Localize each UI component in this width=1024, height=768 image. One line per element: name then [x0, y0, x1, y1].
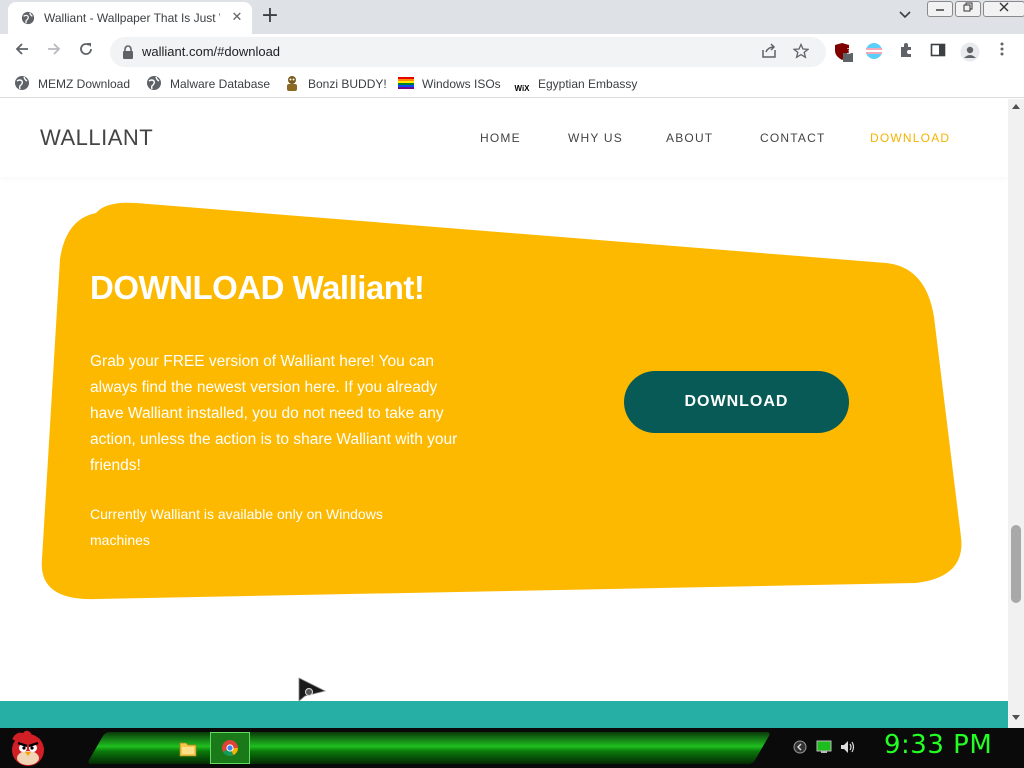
nav-about[interactable]: ABOUT — [666, 131, 713, 145]
scroll-down-arrow-icon[interactable] — [1012, 715, 1020, 723]
bookmark-windows-isos[interactable]: Windows ISOs — [398, 75, 501, 93]
close-window-button[interactable] — [983, 1, 1024, 17]
taskbar: 9:33 PM — [0, 728, 1024, 768]
angry-bird-start-icon[interactable] — [8, 730, 48, 768]
new-tab-button[interactable]: + — [258, 5, 282, 28]
tab-close-icon[interactable]: ✕ — [229, 10, 245, 26]
restore-button[interactable] — [955, 1, 981, 17]
site-header: WALLIANT HOME WHY US ABOUT CONTACT DOWNL… — [0, 99, 1008, 177]
download-title: DOWNLOAD Walliant! — [90, 269, 425, 306]
volume-icon[interactable] — [840, 740, 856, 756]
page-scrollbar[interactable] — [1008, 99, 1024, 728]
tray-expand-icon[interactable] — [792, 740, 808, 756]
taskbar-chrome[interactable] — [210, 732, 250, 764]
profile-avatar-icon[interactable] — [960, 42, 980, 62]
globe-icon — [15, 76, 29, 90]
extension-badge: 3 — [846, 47, 852, 56]
bookmark-star-icon[interactable] — [792, 42, 810, 61]
lock-icon — [123, 45, 133, 59]
globe-icon — [147, 76, 161, 90]
page-viewport: WALLIANT HOME WHY US ABOUT CONTACT DOWNL… — [0, 99, 1008, 728]
ublock-extension-icon[interactable]: 3 — [834, 42, 854, 62]
forward-button[interactable] — [42, 40, 66, 64]
forward-arrow-icon — [48, 43, 61, 55]
window-controls — [927, 1, 1024, 18]
nav-home[interactable]: HOME — [480, 131, 521, 145]
folder-icon — [179, 742, 197, 757]
download-button[interactable]: DOWNLOAD — [624, 371, 849, 433]
network-icon[interactable] — [816, 740, 832, 756]
bookmarks-bar: MEMZ Download Malware Database Bonzi BUD… — [0, 70, 1024, 98]
browser-toolbar: walliant.com/#download 3 — [0, 34, 1024, 70]
bookmark-label: MEMZ Download — [38, 77, 131, 91]
globe-icon — [21, 11, 35, 25]
nav-why-us[interactable]: WHY US — [568, 131, 623, 145]
reload-button[interactable] — [74, 40, 98, 64]
extensions-puzzle-icon[interactable] — [896, 42, 916, 62]
scrollbar-thumb[interactable] — [1011, 525, 1021, 603]
bookmark-label: Egyptian Embassy — [538, 77, 638, 91]
availability-note: Currently Walliant is available only on … — [90, 506, 383, 548]
mouse-cursor-icon — [298, 677, 326, 702]
tab-walliant[interactable]: Walliant - Wallpaper That Is Just Wallia… — [8, 2, 252, 34]
share-icon[interactable] — [760, 43, 778, 61]
back-button[interactable] — [10, 40, 34, 64]
bookmark-memz-download[interactable]: MEMZ Download — [14, 75, 130, 93]
next-section-band — [0, 701, 1008, 728]
minimize-button[interactable] — [927, 1, 953, 17]
side-panel-icon[interactable] — [928, 42, 948, 62]
nav-contact[interactable]: CONTACT — [760, 131, 826, 145]
bonzi-icon — [287, 76, 297, 91]
scroll-up-arrow-icon[interactable] — [1012, 103, 1020, 111]
nav-download[interactable]: DOWNLOAD — [870, 131, 950, 145]
flag-extension-icon[interactable] — [864, 42, 884, 62]
url-text: walliant.com/#download — [142, 44, 281, 59]
wix-icon: WiX — [514, 84, 530, 93]
taskbar-file-explorer[interactable] — [168, 732, 208, 764]
address-bar[interactable]: walliant.com/#download — [110, 37, 826, 67]
download-description: Grab your FREE version of Walliant here!… — [90, 353, 458, 474]
taskbar-clock[interactable]: 9:33 PM — [884, 730, 992, 760]
bookmark-label: Windows ISOs — [422, 77, 501, 91]
tab-strip: Walliant - Wallpaper That Is Just Wallia… — [0, 0, 1024, 34]
chrome-icon — [222, 740, 238, 756]
rainbow-flag-icon — [398, 77, 414, 89]
tab-title: Walliant - Wallpaper That Is Just Wallia… — [44, 11, 220, 25]
bookmark-bonzi-buddy[interactable]: Bonzi BUDDY! — [284, 75, 387, 93]
bookmark-label: Bonzi BUDDY! — [308, 77, 387, 91]
back-arrow-icon — [15, 43, 28, 55]
site-logo[interactable]: WALLIANT — [40, 125, 153, 151]
reload-icon — [80, 43, 92, 55]
bookmark-egyptian-embassy[interactable]: WiX Egyptian Embassy — [514, 75, 637, 93]
tab-search-chevron-icon[interactable] — [896, 9, 914, 25]
bookmark-malware-database[interactable]: Malware Database — [146, 75, 270, 93]
bookmark-label: Malware Database — [170, 77, 271, 91]
browser-menu-icon[interactable] — [992, 42, 1012, 62]
